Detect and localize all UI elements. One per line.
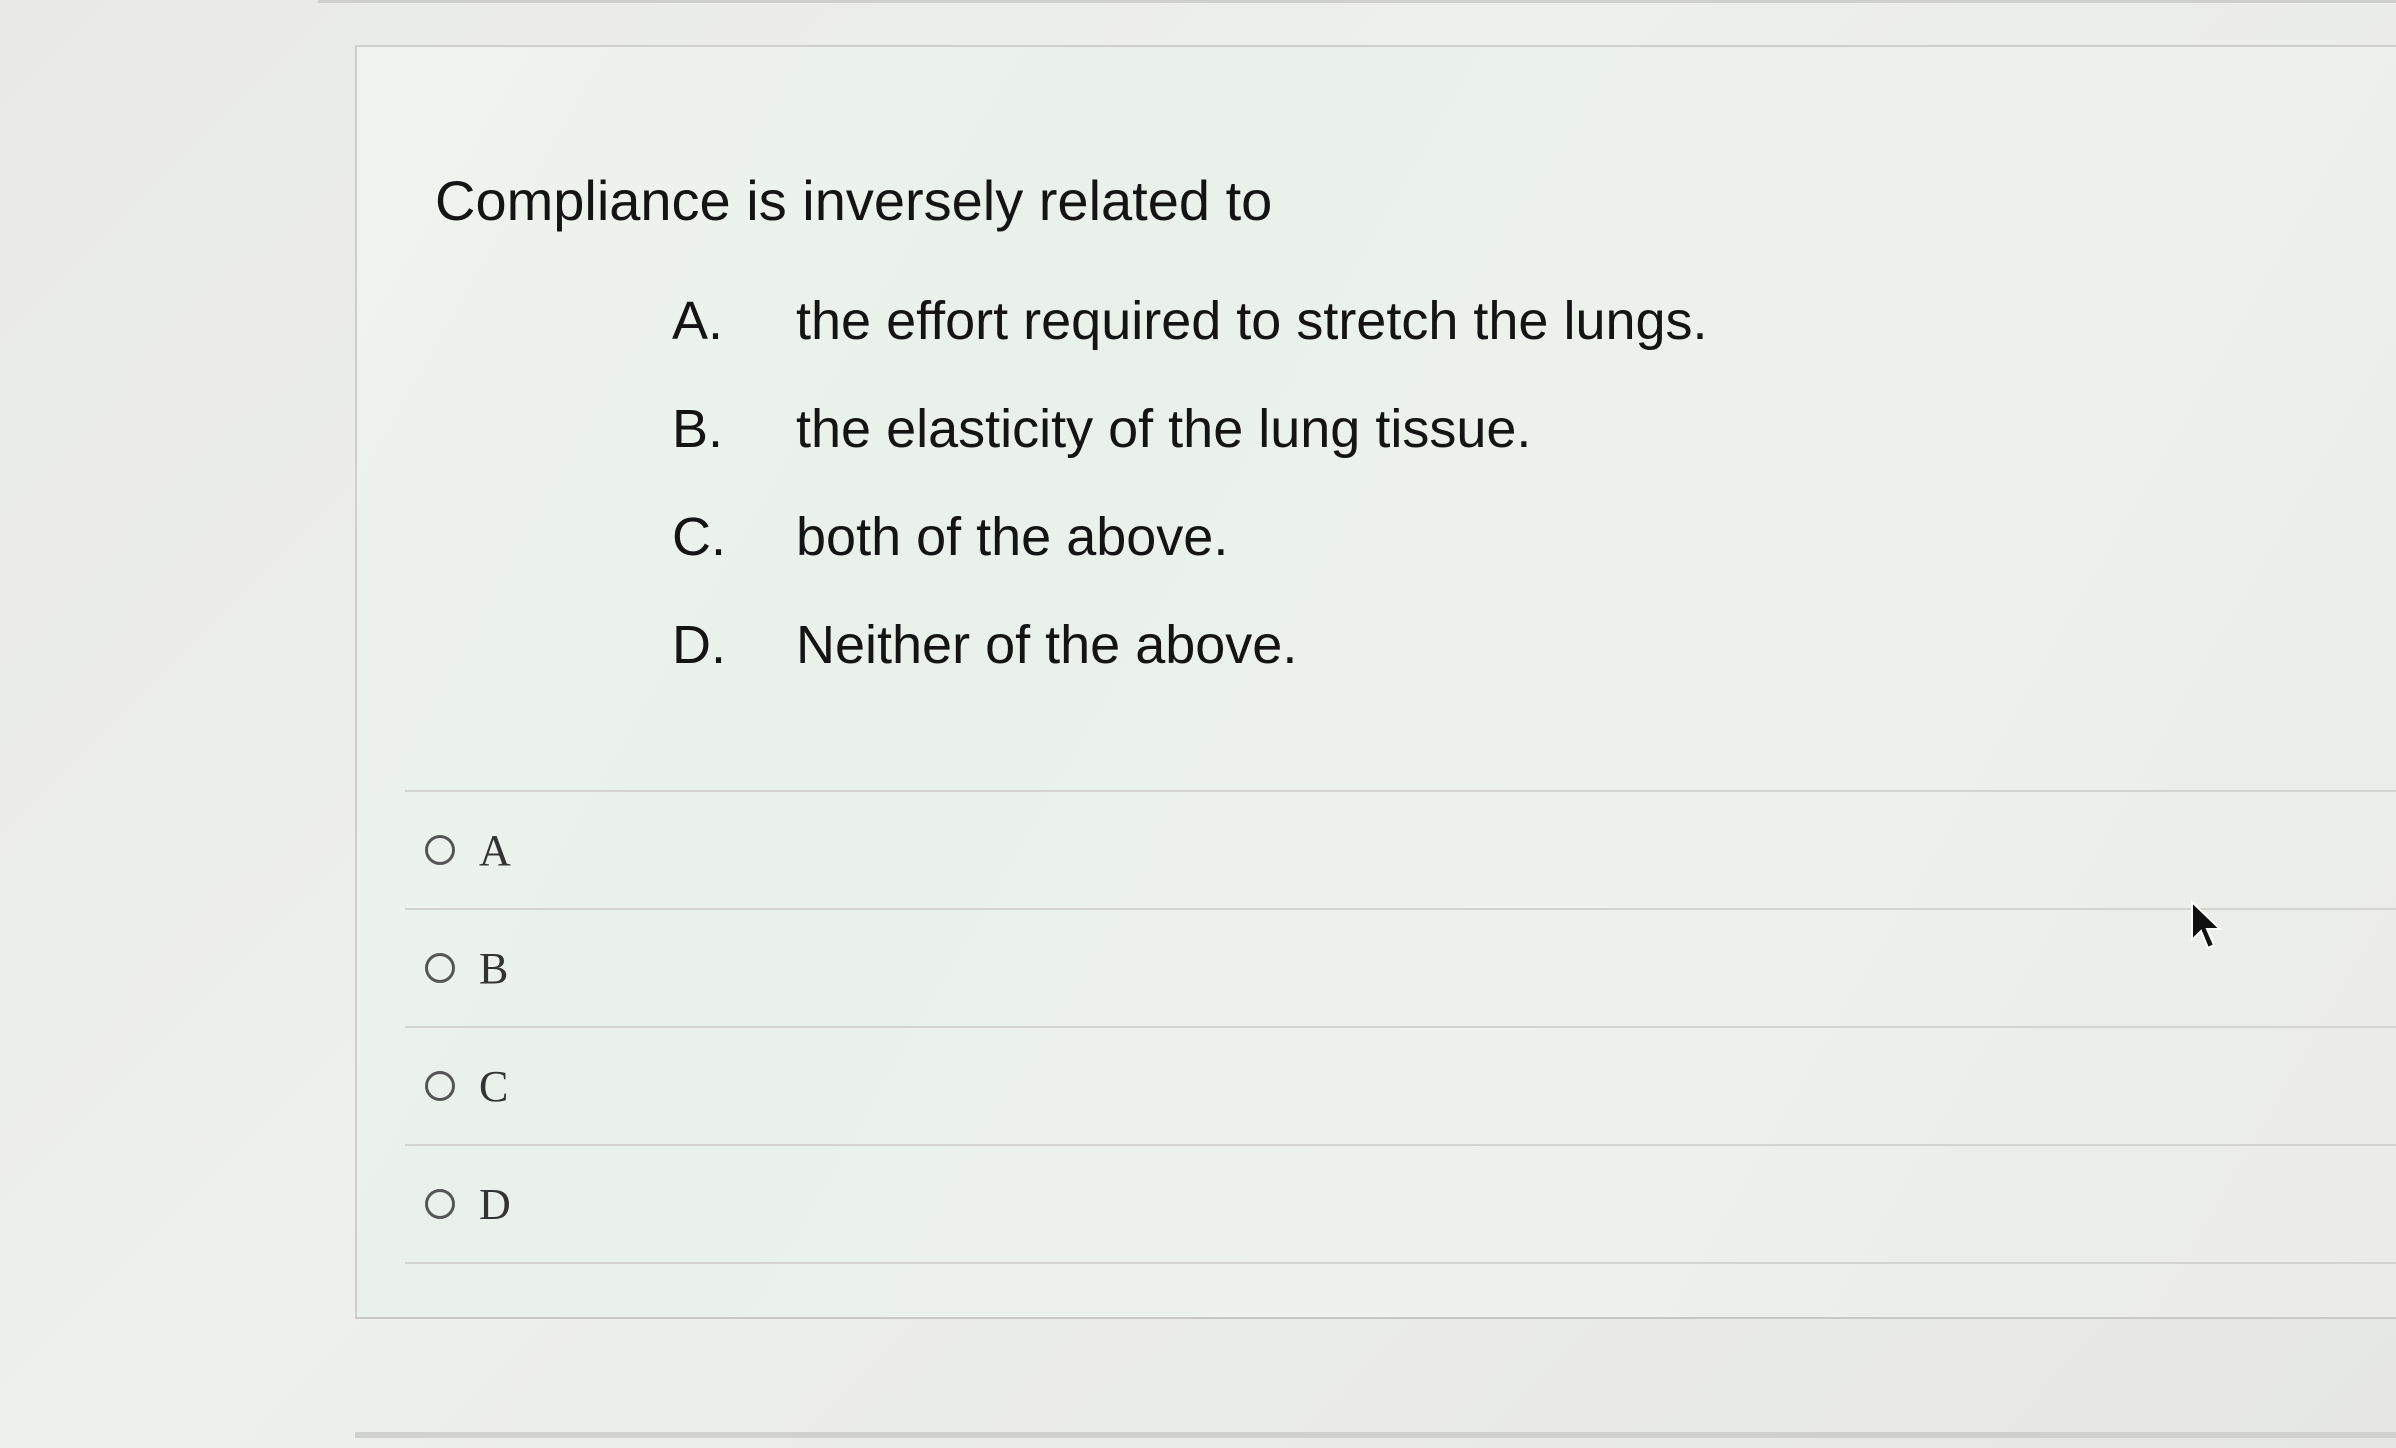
answer-choice-label[interactable]: B (479, 943, 508, 994)
answer-choice-c[interactable]: C (405, 1026, 2396, 1144)
option-letter: C. (672, 507, 726, 567)
answer-choice-a[interactable]: A (405, 790, 2396, 908)
question-text: Compliance is inversely related to (435, 169, 1273, 232)
answer-choice-label[interactable]: A (479, 825, 511, 876)
bottom-edge (355, 1432, 2396, 1438)
option-text: Neither of the above. (796, 615, 1298, 675)
top-divider (318, 0, 2396, 3)
option-text: both of the above. (796, 507, 1229, 567)
answer-choice-b[interactable]: B (405, 908, 2396, 1026)
option-text: the effort required to stretch the lungs… (796, 291, 1708, 351)
answer-choice-d[interactable]: D (405, 1144, 2396, 1264)
radio-unselected-icon[interactable] (425, 835, 455, 865)
option-letter: D. (672, 615, 726, 675)
answer-choice-list: A B C D (405, 790, 2396, 1264)
question-option-list: A. the effort required to stretch the lu… (672, 290, 1708, 722)
option-letter: A. (672, 291, 724, 351)
option-text: the elasticity of the lung tissue. (796, 399, 1532, 459)
mouse-pointer-icon (2191, 900, 2223, 950)
radio-unselected-icon[interactable] (425, 953, 455, 983)
radio-unselected-icon[interactable] (425, 1189, 455, 1219)
question-option-c: C. both of the above. (672, 506, 1708, 614)
question-option-a: A. the effort required to stretch the lu… (672, 290, 1708, 398)
question-option-d: D. Neither of the above. (672, 614, 1708, 722)
answer-choice-label[interactable]: D (479, 1179, 511, 1230)
option-letter: B. (672, 399, 724, 459)
question-option-b: B. the elasticity of the lung tissue. (672, 398, 1708, 506)
answer-choice-label[interactable]: C (479, 1061, 508, 1112)
radio-unselected-icon[interactable] (425, 1071, 455, 1101)
